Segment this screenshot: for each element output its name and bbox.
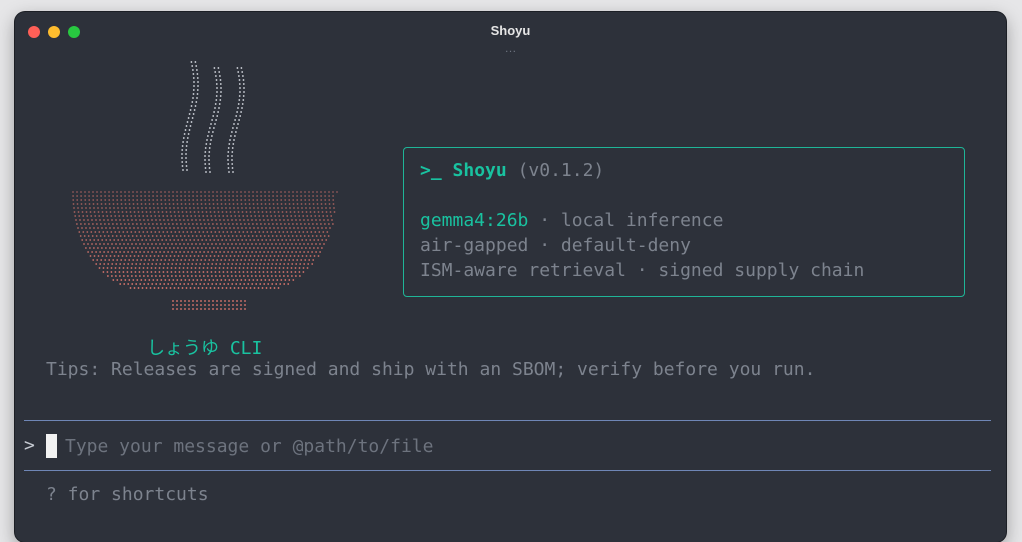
app-name: Shoyu bbox=[452, 160, 507, 181]
terminal-window: Shoyu … しょうゆ CLI >_ Shoyu (v0.1.2) gemma… bbox=[15, 12, 1006, 542]
prompt-glyph: >_ bbox=[420, 160, 442, 181]
model-line: gemma4:26b · local inference bbox=[420, 210, 723, 231]
tips-text: Tips: Releases are signed and ship with … bbox=[46, 359, 816, 380]
info-panel: >_ Shoyu (v0.1.2) gemma4:26b · local inf… bbox=[403, 147, 965, 297]
version-label: (v0.1.2) bbox=[517, 160, 605, 181]
shortcuts-hint[interactable]: ? for shortcuts bbox=[46, 484, 209, 505]
message-input[interactable] bbox=[65, 433, 965, 459]
info-header: >_ Shoyu (v0.1.2) bbox=[420, 160, 604, 181]
steam-dots bbox=[181, 61, 245, 173]
app-logo-label: しょうゆ CLI bbox=[147, 338, 263, 359]
bowl-base-dots bbox=[172, 300, 246, 310]
retrieval-line: ISM-aware retrieval · signed supply chai… bbox=[420, 260, 865, 281]
input-bottom-divider bbox=[24, 470, 991, 471]
input-top-divider bbox=[24, 420, 991, 421]
input-row: > bbox=[24, 433, 984, 459]
model-detail: · local inference bbox=[528, 210, 724, 231]
bowl-dots bbox=[72, 191, 338, 289]
security-line: air-gapped · default-deny bbox=[420, 235, 691, 256]
text-cursor bbox=[46, 434, 57, 458]
model-name: gemma4:26b bbox=[420, 210, 529, 231]
prompt-chevron: > bbox=[24, 435, 35, 456]
